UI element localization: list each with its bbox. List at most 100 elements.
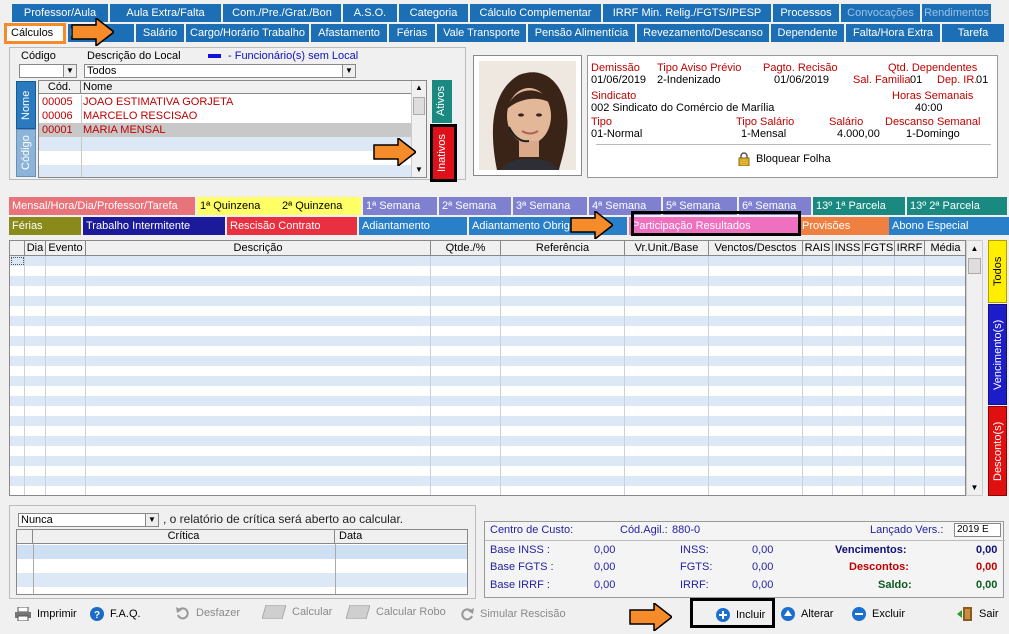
- tab-aso[interactable]: A.S.O.: [343, 4, 397, 22]
- demissao-value: 01/06/2019: [591, 74, 647, 86]
- person-photo-icon: [479, 61, 576, 170]
- salario-label: Salário: [829, 116, 864, 128]
- side-tab-codigo[interactable]: Código: [16, 129, 36, 177]
- col-cod[interactable]: Cód.: [39, 81, 81, 94]
- grid-scrollbar[interactable]: ▲ ▼: [966, 240, 983, 496]
- table-row[interactable]: 00006 MARCELO RESCISAO: [39, 109, 411, 123]
- sair-button[interactable]: Sair: [957, 606, 999, 622]
- grid-header-10[interactable]: IRRF: [895, 241, 925, 256]
- pointer-arrow-icon: [373, 138, 416, 166]
- critica-select[interactable]: Nunca ▼: [18, 513, 159, 527]
- salario-value: 4.000,00: [837, 128, 880, 140]
- grid-row: [10, 406, 965, 416]
- calcular-button[interactable]: Calcular: [262, 605, 332, 619]
- tab-categoria[interactable]: Categoria: [399, 4, 468, 22]
- grid-row: [10, 396, 965, 406]
- codigo-select[interactable]: ▼: [19, 64, 77, 78]
- calc-tab-2-2[interactable]: Rescisão Contrato: [227, 217, 357, 235]
- base-fgts-label: Base FGTS :: [490, 561, 554, 573]
- tab-inativos[interactable]: Inativos: [430, 124, 457, 182]
- incluir-button[interactable]: Incluir: [690, 598, 775, 628]
- grid-header-1[interactable]: Evento: [46, 241, 86, 256]
- calc-tab-2-3[interactable]: Adiantamento: [359, 217, 467, 235]
- base-irrf-label: Base IRRF :: [490, 579, 550, 591]
- tab-revezamento-descanso[interactable]: Revezamento/Descanso: [637, 24, 769, 42]
- grid-header-0[interactable]: Dia: [25, 241, 46, 256]
- grid-header-8[interactable]: INSS: [833, 241, 863, 256]
- imprimir-button[interactable]: Imprimir: [15, 607, 77, 621]
- calc-tab-1-3[interactable]: 1ª Semana: [363, 197, 437, 215]
- grid-header-4[interactable]: Referência: [501, 241, 625, 256]
- calc-tab-1-10[interactable]: 13º 2ª Parcela: [907, 197, 1007, 215]
- sindicato-label: Sindicato: [591, 90, 637, 102]
- side-tab-todos[interactable]: Todos: [988, 240, 1007, 303]
- tab-falta-hora-extra[interactable]: Falta/Hora Extra: [846, 24, 940, 42]
- calc-tab-1-4[interactable]: 2ª Semana: [439, 197, 511, 215]
- tipo-aviso-value: 2-Indenizado: [657, 74, 721, 86]
- tab-rendimentos[interactable]: Rendimentos: [922, 4, 991, 22]
- simular-rescisao-button[interactable]: Simular Rescisão: [460, 607, 566, 621]
- grid-cursor: [11, 257, 24, 265]
- alterar-button[interactable]: Alterar: [781, 607, 833, 621]
- tab-calculos[interactable]: Cálculos: [4, 23, 66, 44]
- tab-irrf-min-relig[interactable]: IRRF Min. Relig./FGTS/IPESP: [603, 4, 771, 22]
- base-fgts-value: 0,00: [594, 561, 616, 573]
- side-tab-descontos[interactable]: Desconto(s): [988, 406, 1007, 496]
- tab-convocacoes[interactable]: Convocações: [841, 4, 920, 22]
- calc-tab-1-9[interactable]: 13º 1ª Parcela: [813, 197, 905, 215]
- tab-processos[interactable]: Processos: [773, 4, 839, 22]
- grid-header-7[interactable]: RAIS: [803, 241, 833, 256]
- dep-ir-value: 01: [976, 74, 989, 86]
- descricao-select[interactable]: Todos ▼: [84, 64, 356, 78]
- col-data[interactable]: Data: [339, 530, 362, 544]
- calc-tab-1-0[interactable]: Mensal/Hora/Dia/Professor/Tarefa: [9, 197, 195, 215]
- side-tab-nome[interactable]: Nome: [16, 81, 36, 129]
- calc-tab-2-6[interactable]: Provisões: [799, 217, 891, 235]
- tab-salario[interactable]: Salário: [136, 24, 184, 42]
- calc-tab-2-7[interactable]: Abono Especial: [889, 217, 1009, 235]
- faq-button[interactable]: ? F.A.Q.: [90, 607, 141, 621]
- tab-calculo-complementar[interactable]: Cálculo Complementar: [470, 4, 601, 22]
- table-row[interactable]: 00005 JOAO ESTIMATIVA GORJETA: [39, 95, 411, 109]
- tab-ativos[interactable]: Ativos: [432, 80, 452, 123]
- tab-com-pre-grat-bon[interactable]: Com./Pre./Grat./Bon: [223, 4, 341, 22]
- desfazer-button[interactable]: Desfazer: [176, 606, 240, 620]
- tab-aula-extra-falta[interactable]: Aula Extra/Falta: [110, 4, 221, 22]
- descontos-label: Descontos:: [849, 561, 909, 573]
- col-critica[interactable]: Crítica: [33, 530, 335, 544]
- tab-cargo-horario[interactable]: Cargo/Horário Trabalho: [186, 24, 309, 42]
- grid-header-9[interactable]: FGTS: [863, 241, 895, 256]
- excluir-button[interactable]: Excluir: [852, 607, 905, 621]
- qtd-dependentes-label: Qtd. Dependentes: [888, 62, 978, 74]
- calc-tab-2-1[interactable]: Trabalho Intermitente: [83, 217, 225, 235]
- col-nome[interactable]: Nome: [83, 81, 112, 94]
- tab-pensao-alimenticia[interactable]: Pensão Alimentícia: [528, 24, 635, 42]
- calc-tab-2-0[interactable]: Férias: [9, 217, 81, 235]
- grid-header-5[interactable]: Vr.Unit./Base: [625, 241, 709, 256]
- robot-calculator-icon: [346, 605, 370, 619]
- tab-tarefa[interactable]: Tarefa: [942, 24, 1004, 42]
- grid-header-3[interactable]: Qtde./%: [431, 241, 501, 256]
- tab-vale-transporte[interactable]: Vale Transporte: [437, 24, 526, 42]
- tipo-aviso-label: Tipo Aviso Prévio: [657, 62, 742, 74]
- grid-row: [10, 266, 965, 276]
- side-tab-vencimentos[interactable]: Vencimento(s): [988, 304, 1007, 405]
- table-row-selected[interactable]: 00001 MARIA MENSAL: [39, 123, 411, 137]
- tab-afastamento[interactable]: Afastamento: [311, 24, 387, 42]
- grid-header-6[interactable]: Venctos/Desctos: [709, 241, 803, 256]
- employee-table: Cód. Nome 00005 JOAO ESTIMATIVA GORJETA …: [38, 80, 427, 178]
- tab-ferias[interactable]: Férias: [389, 24, 435, 42]
- calc-tab-1-2[interactable]: 2ª Quinzena: [279, 197, 361, 215]
- calc-tab-1-1[interactable]: 1ª Quinzena: [197, 197, 279, 215]
- minus-icon: [852, 607, 866, 621]
- bloquear-folha-button[interactable]: Bloquear Folha: [738, 152, 848, 168]
- dep-ir-label: Dep. IR.: [937, 74, 978, 86]
- legend-swatch: [208, 54, 221, 58]
- irrf-label: IRRF:: [680, 579, 709, 591]
- demissao-label: Demissão: [591, 62, 640, 74]
- grid-header-2[interactable]: Descrição: [86, 241, 431, 256]
- vencimentos-label: Vencimentos:: [835, 544, 907, 556]
- calcular-robo-button[interactable]: Calcular Robo: [346, 605, 446, 619]
- grid-header-11[interactable]: Média: [925, 241, 965, 256]
- tab-dependente[interactable]: Dependente: [771, 24, 844, 42]
